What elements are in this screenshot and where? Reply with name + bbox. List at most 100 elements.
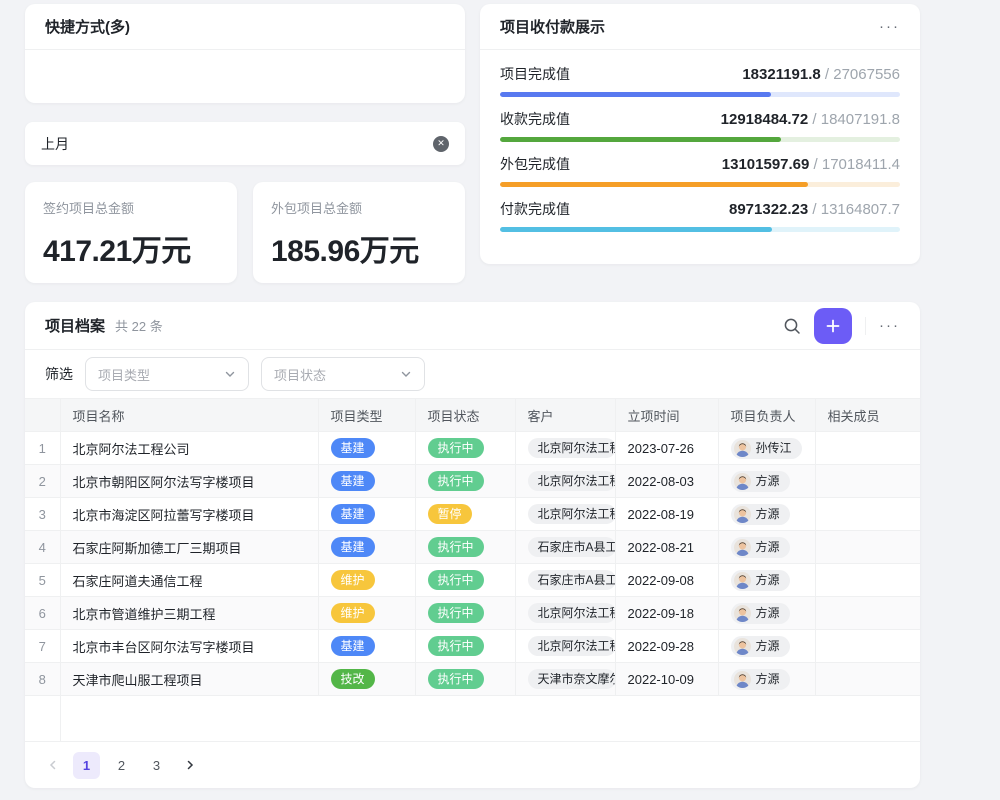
status-badge: 执行中 (428, 537, 484, 557)
members-cell (815, 630, 920, 663)
project-type-cell: 基建 (318, 498, 415, 531)
more-icon[interactable]: ··· (879, 19, 900, 34)
avatar (734, 440, 751, 457)
stat-value: 185.96万元 (271, 226, 447, 270)
plus-icon (825, 318, 841, 334)
filter-label: 筛选 (45, 364, 73, 384)
chevron-down-icon (400, 368, 412, 380)
row-index: 8 (25, 663, 60, 696)
client-cell: 天津市奈文摩尔 (515, 663, 615, 696)
date-filter-chip-card[interactable]: 上月 ✕ (25, 122, 465, 165)
owner-name: 方源 (756, 605, 780, 621)
project-name-cell: 石家庄阿道夫通信工程 (60, 564, 318, 597)
date-filter-label: 上月 (41, 134, 69, 154)
project-status-dropdown[interactable]: 项目状态 (261, 357, 425, 391)
project-type-dropdown[interactable]: 项目类型 (85, 357, 249, 391)
page-button-3[interactable]: 3 (143, 752, 170, 779)
members-cell (815, 465, 920, 498)
avatar (734, 539, 751, 556)
owner-tag: 方源 (731, 570, 790, 591)
close-icon[interactable]: ✕ (433, 136, 449, 152)
table-row[interactable]: 1 北京阿尔法工程公司 基建 执行中 北京阿尔法工程 2023-07-26 孙传… (25, 432, 920, 465)
search-icon[interactable] (783, 317, 801, 335)
table-row[interactable]: 6 北京市管道维护三期工程 维护 执行中 北京阿尔法工程 2022-09-18 … (25, 597, 920, 630)
metric-total: / 27067556 (821, 66, 900, 83)
row-index: 1 (25, 432, 60, 465)
metrics-list: 项目完成值 18321191.8 / 27067556 收款完成值 129184… (480, 50, 920, 232)
metric-item: 收款完成值 12918484.72 / 18407191.8 (500, 109, 900, 142)
avatar (734, 506, 751, 523)
progress-bar-track (500, 227, 900, 232)
dropdown-placeholder: 项目状态 (274, 365, 326, 384)
table-row[interactable]: 3 北京市海淀区阿拉蕾写字楼项目 基建 暂停 北京阿尔法工程 2022-08-1… (25, 498, 920, 531)
column-start-date: 立项时间 (615, 399, 718, 432)
start-date-cell: 2022-08-21 (615, 531, 718, 564)
project-status-cell: 执行中 (415, 630, 515, 663)
dropdown-placeholder: 项目类型 (98, 365, 150, 384)
status-badge: 执行中 (428, 636, 484, 656)
owner-cell: 方源 (718, 630, 815, 663)
project-type-cell: 基建 (318, 531, 415, 564)
page-button-2[interactable]: 2 (108, 752, 135, 779)
metric-value: 18321191.8 / 27067556 (742, 66, 900, 83)
owner-cell: 方源 (718, 498, 815, 531)
next-page-icon[interactable] (178, 753, 202, 777)
owner-name: 方源 (756, 539, 780, 555)
metric-total: / 17018411.4 (809, 156, 900, 173)
page-button-1[interactable]: 1 (73, 752, 100, 779)
client-tag: 北京阿尔法工程 (528, 504, 616, 524)
table-row[interactable]: 4 石家庄阿斯加德工厂三期项目 基建 执行中 石家庄市A县工 2022-08-2… (25, 531, 920, 564)
project-name-cell: 北京市海淀区阿拉蕾写字楼项目 (60, 498, 318, 531)
progress-bar-track (500, 92, 900, 97)
record-count: 共 22 条 (115, 316, 163, 335)
metric-label: 外包完成值 (500, 154, 570, 174)
type-badge: 基建 (331, 537, 375, 557)
add-record-button[interactable] (814, 308, 852, 344)
project-status-cell: 执行中 (415, 597, 515, 630)
project-status-cell: 执行中 (415, 564, 515, 597)
divider (865, 317, 866, 335)
owner-cell: 方源 (718, 465, 815, 498)
owner-name: 方源 (756, 506, 780, 522)
owner-cell: 方源 (718, 564, 815, 597)
project-type-cell: 基建 (318, 465, 415, 498)
payment-card-title: 项目收付款展示 (500, 16, 605, 37)
project-name-cell: 北京市朝阳区阿尔法写字楼项目 (60, 465, 318, 498)
status-badge: 执行中 (428, 438, 484, 458)
table-header-row: 项目名称 项目类型 项目状态 客户 立项时间 项目负责人 相关成员 (25, 399, 920, 432)
owner-name: 方源 (756, 473, 780, 489)
project-type-cell: 基建 (318, 432, 415, 465)
table-empty-strip (25, 696, 920, 742)
column-client: 客户 (515, 399, 615, 432)
client-cell: 北京阿尔法工程 (515, 498, 615, 531)
start-date-cell: 2022-08-03 (615, 465, 718, 498)
members-cell (815, 597, 920, 630)
members-cell (815, 564, 920, 597)
project-type-cell: 维护 (318, 564, 415, 597)
start-date-cell: 2023-07-26 (615, 432, 718, 465)
column-owner: 项目负责人 (718, 399, 815, 432)
table-row[interactable]: 5 石家庄阿道夫通信工程 维护 执行中 石家庄市A县工 2022-09-08 方… (25, 564, 920, 597)
start-date-cell: 2022-09-18 (615, 597, 718, 630)
avatar (734, 572, 751, 589)
client-cell: 北京阿尔法工程 (515, 432, 615, 465)
row-index: 2 (25, 465, 60, 498)
table-row[interactable]: 8 天津市爬山服工程项目 技改 执行中 天津市奈文摩尔 2022-10-09 方… (25, 663, 920, 696)
progress-bar-fill (500, 182, 808, 187)
column-index (25, 399, 60, 432)
table-row[interactable]: 7 北京市丰台区阿尔法写字楼项目 基建 执行中 北京阿尔法工程 2022-09-… (25, 630, 920, 663)
owner-tag: 方源 (731, 636, 790, 657)
metric-value: 13101597.69 / 17018411.4 (722, 156, 900, 173)
project-status-cell: 执行中 (415, 531, 515, 564)
owner-name: 方源 (756, 671, 780, 687)
project-status-cell: 暂停 (415, 498, 515, 531)
table-row[interactable]: 2 北京市朝阳区阿尔法写字楼项目 基建 执行中 北京阿尔法工程 2022-08-… (25, 465, 920, 498)
avatar (734, 671, 751, 688)
metric-total: / 13164807.7 (808, 201, 900, 218)
owner-name: 方源 (756, 572, 780, 588)
metric-item: 项目完成值 18321191.8 / 27067556 (500, 64, 900, 97)
more-icon[interactable]: ··· (879, 318, 900, 333)
type-badge: 基建 (331, 504, 375, 524)
stat-card-signed-total: 签约项目总金额 417.21万元 (25, 182, 237, 283)
prev-page-icon[interactable] (41, 753, 65, 777)
